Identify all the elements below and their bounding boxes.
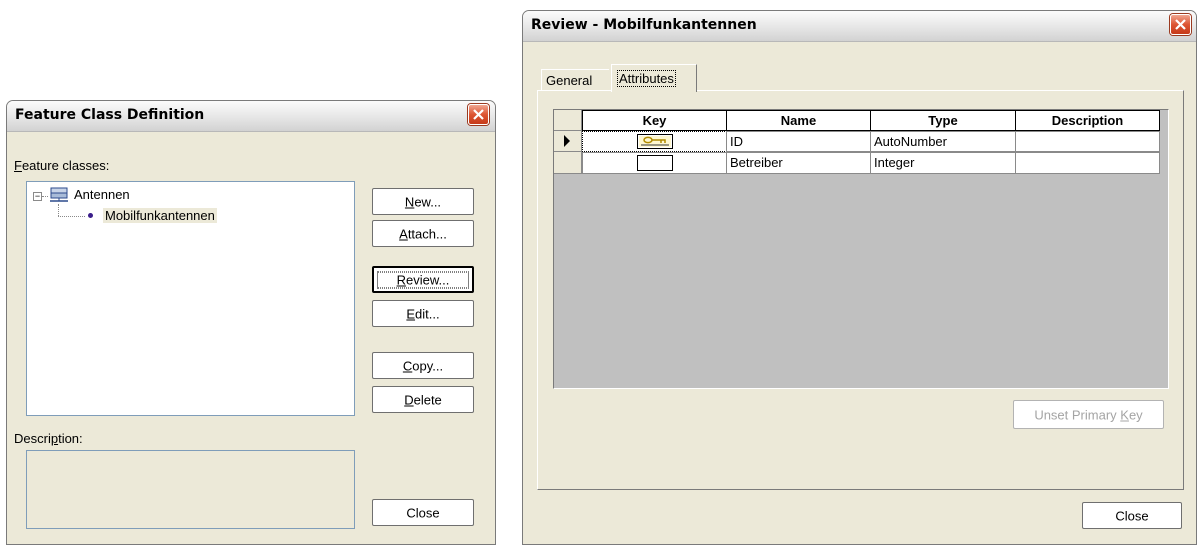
grid-header-key[interactable]: Key bbox=[582, 110, 727, 131]
tree-connector bbox=[58, 216, 85, 217]
tree-root-label[interactable]: Antennen bbox=[74, 187, 130, 202]
grid-header-type[interactable]: Type bbox=[870, 110, 1016, 131]
description-field bbox=[26, 450, 355, 529]
table-row-name-cell[interactable]: ID bbox=[726, 131, 871, 152]
table-row-key-cell[interactable] bbox=[582, 131, 727, 152]
grid-corner-header bbox=[554, 110, 582, 131]
new-button[interactable]: New... bbox=[372, 188, 474, 215]
feature-class-dialog: Feature Class Definition Feature classes… bbox=[6, 100, 496, 545]
review-dialog-titlebar[interactable]: Review - Mobilfunkantennen bbox=[523, 11, 1196, 42]
table-row-description-cell[interactable] bbox=[1015, 131, 1160, 152]
review-dialog-close-icon[interactable] bbox=[1170, 14, 1191, 35]
review-dialog: Review - Mobilfunkantennen General Attri… bbox=[522, 10, 1197, 545]
key-icon bbox=[637, 134, 673, 149]
review-button[interactable]: Review... bbox=[372, 266, 474, 293]
grid-header-description[interactable]: Description bbox=[1015, 110, 1160, 131]
tab-attributes[interactable]: Attributes bbox=[611, 64, 697, 92]
feature-dialog-title: Feature Class Definition bbox=[15, 107, 205, 123]
table-row-description-cell[interactable] bbox=[1015, 152, 1160, 174]
description-label: Description: bbox=[14, 431, 83, 446]
server-icon bbox=[48, 187, 70, 206]
feature-dialog-titlebar[interactable]: Feature Class Definition bbox=[7, 101, 495, 132]
table-row-type-cell[interactable]: AutoNumber bbox=[870, 131, 1016, 152]
table-row-name-cell[interactable]: Betreiber bbox=[726, 152, 871, 174]
unset-primary-key-button[interactable]: Unset Primary Key bbox=[1013, 400, 1164, 429]
review-close-button[interactable]: Close bbox=[1082, 502, 1182, 529]
feature-close-button[interactable]: Close bbox=[372, 499, 474, 526]
row-selector[interactable] bbox=[554, 131, 582, 152]
tree-node-bullet-icon bbox=[88, 213, 93, 218]
table-row-key-cell[interactable] bbox=[582, 152, 727, 174]
tab-general[interactable]: General bbox=[541, 69, 609, 91]
feature-dialog-close-icon[interactable] bbox=[468, 104, 489, 125]
feature-classes-label: Feature classes: bbox=[14, 158, 110, 173]
tree-collapse-toggle[interactable]: − bbox=[33, 192, 42, 201]
tree-connector bbox=[58, 204, 59, 216]
table-row-type-cell[interactable]: Integer bbox=[870, 152, 1016, 174]
row-selector[interactable] bbox=[554, 152, 582, 174]
grid-header-name[interactable]: Name bbox=[726, 110, 871, 131]
edit-button[interactable]: Edit... bbox=[372, 300, 474, 327]
copy-button[interactable]: Copy... bbox=[372, 352, 474, 379]
review-dialog-title: Review - Mobilfunkantennen bbox=[531, 17, 757, 33]
row-pointer-icon bbox=[564, 135, 570, 147]
tree-child-item[interactable]: Mobilfunkantennen bbox=[103, 208, 217, 223]
delete-button[interactable]: Delete bbox=[372, 386, 474, 413]
key-empty-box bbox=[637, 155, 673, 171]
attributes-grid[interactable]: Key Name Type Description ID AutoNumber bbox=[553, 109, 1169, 389]
attach-button[interactable]: Attach... bbox=[372, 220, 474, 247]
feature-classes-tree[interactable]: − Antennen Mobilfunkantennen bbox=[26, 181, 355, 416]
